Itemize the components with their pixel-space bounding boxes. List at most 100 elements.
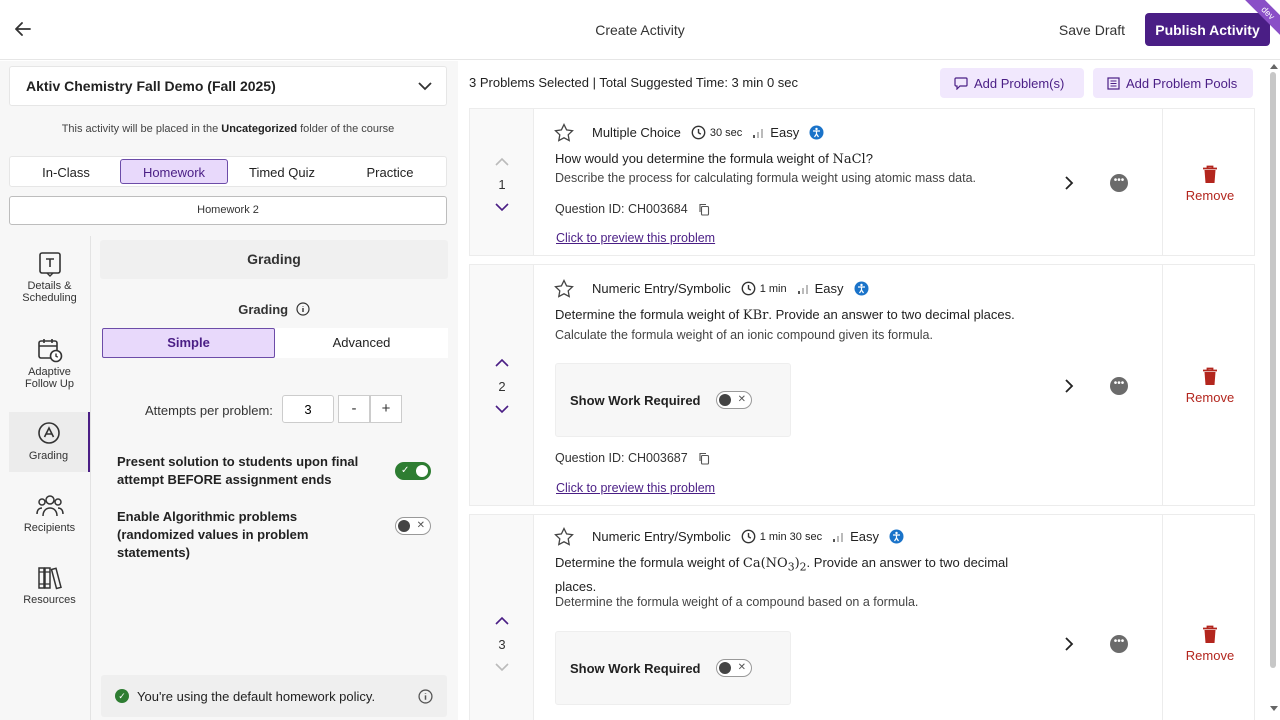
algorithmic-label: Enable Algorithmic problems (randomized … [117, 509, 309, 560]
preview-problem-link[interactable]: Click to preview this problem [556, 481, 715, 495]
add-problems-button[interactable]: Add Problem(s) [940, 68, 1084, 98]
star-icon[interactable] [554, 123, 574, 142]
add-problem-pools-button[interactable]: Add Problem Pools [1093, 68, 1253, 98]
activity-name-field[interactable]: Homework 2 [9, 196, 447, 225]
clock-icon [741, 281, 756, 296]
problem-id: Question ID: CH003687 [555, 451, 710, 465]
show-work-toggle[interactable]: ✕ [716, 391, 752, 409]
remove-problem-button[interactable]: Remove [1163, 625, 1257, 663]
problem-id: Question ID: CH003684 [555, 202, 710, 216]
problem-time: 1 min 30 sec [759, 530, 823, 543]
nav-recipients[interactable]: Recipients [9, 492, 90, 534]
trash-icon [1203, 367, 1217, 385]
chat-bubble-icon [954, 76, 968, 90]
problem-meta: Numeric Entry/Symbolic 1 min Easy [554, 279, 869, 298]
tab-homework[interactable]: Homework [120, 159, 228, 184]
nav-adaptive-follow-up[interactable]: Adaptive Follow Up [9, 336, 90, 390]
show-work-toggle[interactable]: ✕ [716, 659, 752, 677]
chevron-up-icon[interactable] [495, 157, 509, 167]
check-icon: ✓ [401, 465, 410, 476]
x-icon: ✕ [416, 520, 425, 531]
nav-details-scheduling[interactable]: Details & Scheduling [9, 250, 90, 304]
attempts-decrement-button[interactable]: - [338, 395, 370, 423]
chevron-up-icon[interactable] [495, 616, 509, 626]
problem-number: 3 [498, 637, 506, 652]
chevron-right-icon[interactable] [1062, 636, 1076, 652]
problem-type: Numeric Entry/Symbolic [592, 281, 731, 296]
preview-problem-link[interactable]: Click to preview this problem [556, 231, 715, 245]
course-select[interactable]: Aktiv Chemistry Fall Demo (Fall 2025) [9, 66, 447, 106]
books-icon [37, 567, 62, 590]
folder-name: Uncategorized [221, 123, 298, 135]
problem-question: How would you determine the formula weig… [555, 151, 873, 167]
placement-note: This activity will be placed in the Unca… [61, 123, 395, 135]
remove-problem-button[interactable]: Remove [1163, 367, 1257, 405]
chevron-right-icon[interactable] [1062, 378, 1076, 394]
remove-problem-button[interactable]: Remove [1163, 165, 1257, 203]
trash-icon [1203, 165, 1217, 183]
calendar-clock-icon [37, 339, 62, 363]
info-icon[interactable] [418, 688, 433, 704]
more-options-icon[interactable]: ••• [1110, 635, 1128, 653]
scrollbar[interactable] [1270, 72, 1276, 668]
grading-mode-toggle: Simple Advanced [102, 328, 448, 358]
difficulty-bars-icon [797, 284, 808, 294]
mode-simple-button[interactable]: Simple [102, 328, 275, 358]
problem-number: 1 [498, 177, 506, 192]
remove-column: Remove [1162, 109, 1256, 255]
difficulty-bars-icon [833, 532, 844, 542]
tab-practice[interactable]: Practice [336, 159, 444, 184]
save-draft-button[interactable]: Save Draft [1048, 14, 1136, 46]
policy-note: ✓ You're using the default homework poli… [101, 675, 447, 717]
problem-difficulty: Easy [814, 281, 844, 296]
accessibility-icon [854, 281, 869, 296]
selection-summary: 3 Problems Selected | Total Suggested Ti… [469, 75, 799, 90]
grading-icon [37, 422, 60, 444]
chevron-up-icon[interactable] [495, 358, 509, 368]
star-icon[interactable] [554, 527, 574, 546]
formula: KBr [742, 308, 769, 323]
star-icon[interactable] [554, 279, 574, 298]
nav-grading[interactable]: Grading [9, 412, 90, 472]
problem-meta: Multiple Choice 30 sec Easy [554, 123, 824, 142]
mode-advanced-button[interactable]: Advanced [275, 328, 448, 358]
chevron-down-icon[interactable] [495, 202, 509, 212]
show-work-label: Show Work Required [570, 661, 701, 676]
problem-question: Determine the formula weight of Ca(NO3)2… [555, 555, 1009, 594]
present-solution-toggle[interactable]: ✓ [395, 462, 431, 480]
present-solution-label: Present solution to students upon final … [117, 454, 359, 487]
attempts-input[interactable] [282, 395, 334, 423]
left-panel: Aktiv Chemistry Fall Demo (Fall 2025) Th… [0, 61, 458, 720]
app-header: Create Activity Save Draft Publish Activ… [0, 0, 1280, 60]
publish-activity-button[interactable]: Publish Activity [1145, 13, 1270, 46]
copy-icon[interactable] [698, 203, 710, 216]
activity-type-tabs: In-Class Homework Timed Quiz Practice [9, 156, 447, 187]
algorithmic-toggle[interactable]: ✕ [395, 517, 431, 535]
tab-timed-quiz[interactable]: Timed Quiz [228, 159, 336, 184]
copy-icon[interactable] [698, 452, 710, 465]
difficulty-bars-icon [753, 128, 764, 138]
tab-in-class[interactable]: In-Class [12, 159, 120, 184]
show-work-label: Show Work Required [570, 393, 701, 408]
list-icon [1107, 76, 1120, 90]
more-options-icon[interactable]: ••• [1110, 174, 1128, 192]
chevron-right-icon[interactable] [1062, 175, 1076, 191]
problem-difficulty: Easy [770, 125, 800, 140]
accessibility-icon [809, 125, 824, 140]
chevron-down-icon[interactable] [495, 404, 509, 414]
section-nav: Details & Scheduling Adaptive Follow Up … [9, 236, 90, 720]
chevron-down-icon [418, 81, 432, 90]
grading-title: Grading [100, 240, 448, 279]
problem-card-2: 2 Numeric Entry/Symbolic 1 min Easy Dete… [469, 264, 1255, 506]
attempts-increment-button[interactable]: + [370, 395, 402, 423]
nav-resources[interactable]: Resources [9, 564, 90, 606]
formula: Ca(NO3)2 [742, 556, 807, 574]
chevron-down-icon[interactable] [495, 662, 509, 672]
scroll-up-icon[interactable] [1270, 63, 1278, 69]
problem-order-controls: 1 [470, 109, 534, 255]
scroll-down-icon[interactable] [1270, 706, 1278, 712]
more-options-icon[interactable]: ••• [1110, 377, 1128, 395]
problem-type: Numeric Entry/Symbolic [592, 529, 731, 544]
remove-column: Remove [1162, 515, 1256, 720]
info-icon[interactable] [296, 302, 310, 316]
